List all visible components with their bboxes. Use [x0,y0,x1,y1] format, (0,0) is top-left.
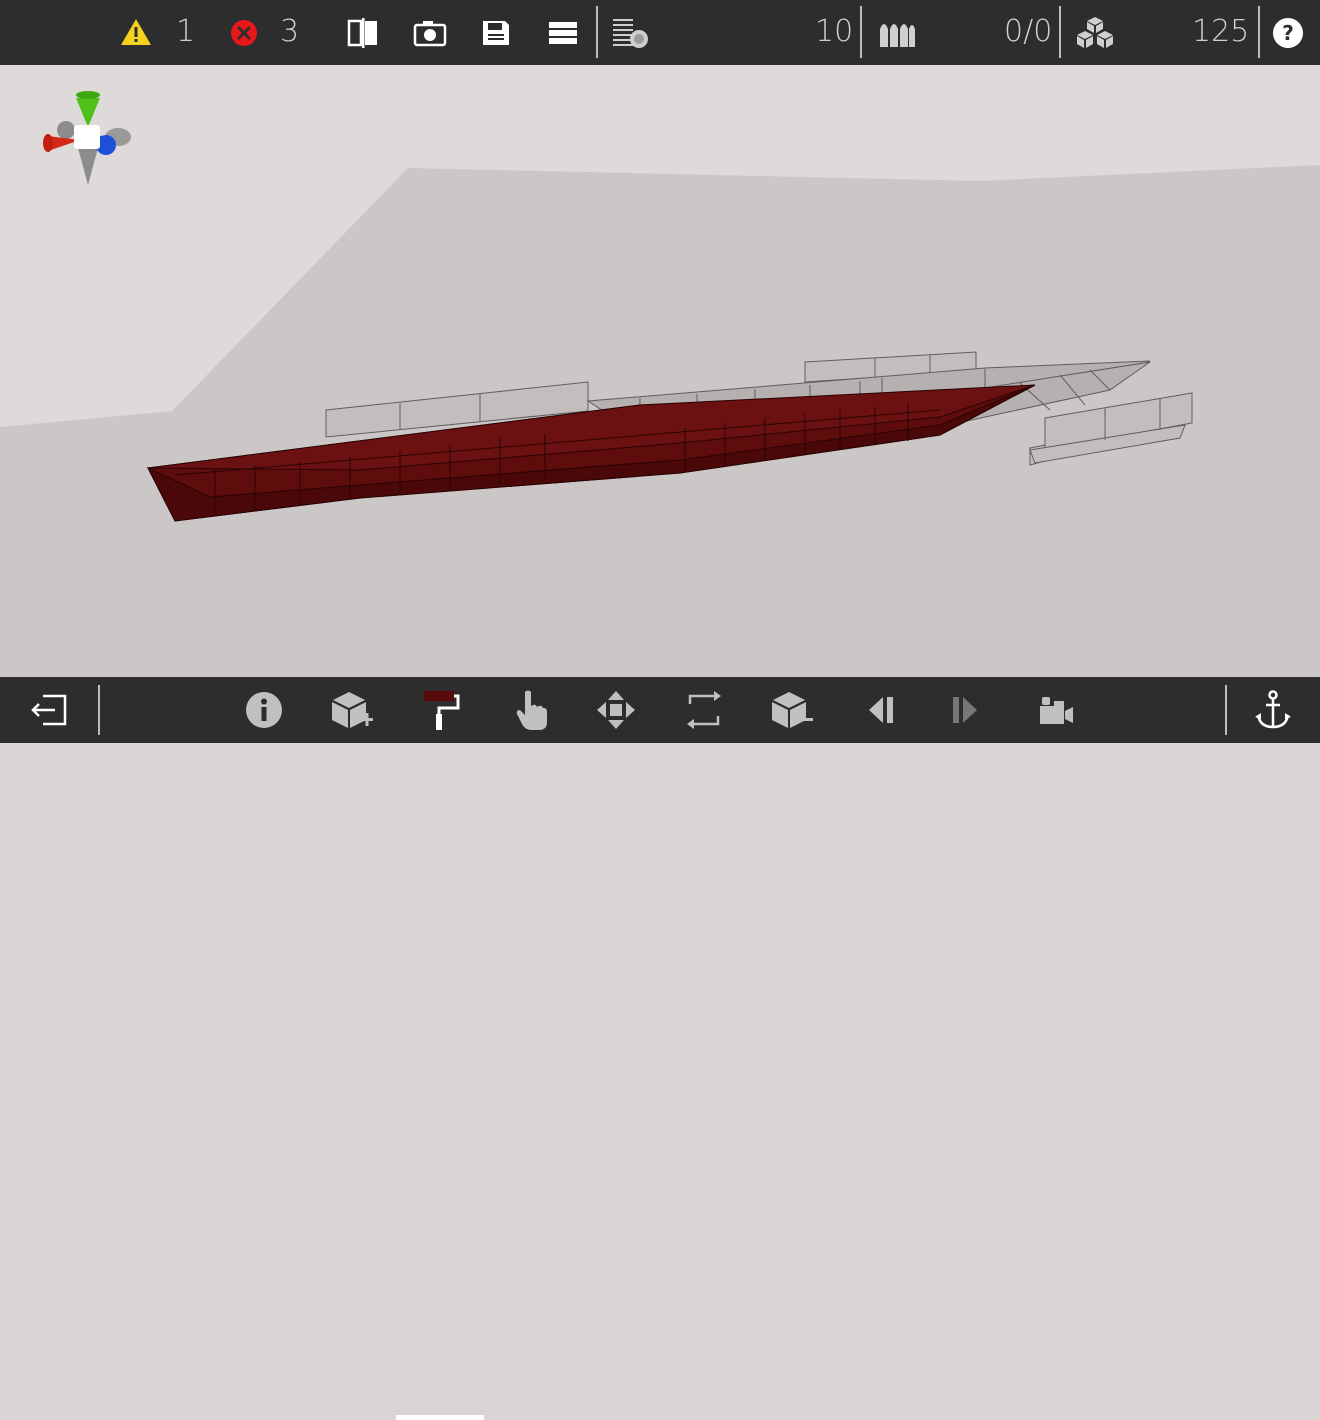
camera-icon[interactable] [410,16,450,50]
ammo-count: 10 [815,14,854,49]
anchor-icon[interactable] [1252,688,1294,732]
editor-viewport[interactable] [0,65,1320,677]
blocks-icon[interactable] [1074,14,1116,52]
move-icon[interactable] [594,688,638,732]
ratio-count: 0/0 [1004,14,1053,49]
info-icon[interactable] [244,690,284,730]
separator [1059,6,1061,58]
rotate-icon[interactable] [682,688,726,732]
error-icon[interactable] [228,17,260,49]
add-block-icon[interactable] [328,689,376,731]
warnings-count: 1 [176,14,196,49]
select-hand-icon[interactable] [510,687,552,733]
exit-icon[interactable] [28,689,70,731]
undo-icon[interactable] [860,690,900,730]
redo-icon[interactable] [946,690,986,730]
layers-icon[interactable] [608,14,652,52]
menu-icon[interactable] [544,16,582,50]
separator [860,6,862,58]
help-icon[interactable]: ? [1270,15,1306,51]
separator [1258,6,1260,58]
errors-count: 3 [280,14,300,49]
scene-canvas [0,65,1320,677]
active-tool-indicator [396,1415,484,1420]
save-icon[interactable] [477,16,515,50]
blocks-count: 125 [1192,14,1250,49]
separator [596,6,598,58]
ammo-icon[interactable] [876,16,918,50]
warning-icon[interactable] [118,16,154,48]
separator [98,685,100,735]
split-view-icon[interactable] [344,16,384,50]
remove-block-icon[interactable] [768,689,816,731]
paint-roller-icon[interactable] [416,687,464,733]
camera-tool-icon[interactable] [1034,690,1078,730]
bottom-toolbar [0,677,1320,1420]
separator [1225,685,1227,735]
top-toolbar: 1 3 10 0/0 125 ? [0,0,1320,65]
svg-text:?: ? [1282,21,1294,45]
